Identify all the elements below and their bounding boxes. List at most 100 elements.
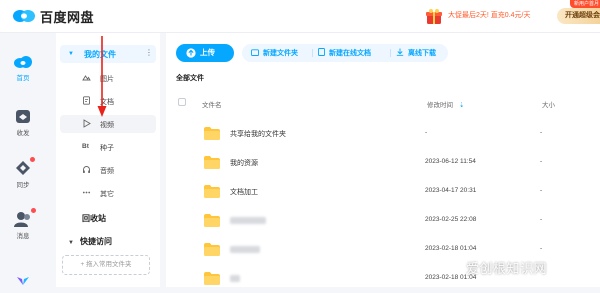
category-torrents[interactable]: Bt 种子 <box>60 138 156 156</box>
recycle-bin-link[interactable]: 回收站 <box>82 213 106 224</box>
my-files-section[interactable]: ▼ 我的文件 ⋮ <box>60 45 156 63</box>
site-watermark: 爱创根知识网 <box>466 261 548 276</box>
rail-label-transfer: 收发 <box>16 130 30 137</box>
toolbar-actions: 新建文件夹 新建在线文档 离线下载 <box>242 44 448 62</box>
file-list-panel: 上传 新建文件夹 新建在线文档 离线下载 全部文件 文件名 修改时间 ⇣ 大小 <box>166 33 600 287</box>
folder-icon <box>204 214 220 227</box>
table-row[interactable]: 文档加工 2023-04-17 20:31 - <box>166 178 600 206</box>
new-folder-label: 新建文件夹 <box>263 50 298 57</box>
rail-item-messages[interactable]: 消息 <box>0 208 46 240</box>
butterfly-icon <box>17 277 29 285</box>
baidu-netdisk-logo-icon[interactable] <box>12 7 36 26</box>
file-size: - <box>540 158 543 165</box>
file-name[interactable]: 文档加工 <box>230 187 258 197</box>
upload-label: 上传 <box>200 48 215 57</box>
upload-icon <box>186 48 196 58</box>
table-row[interactable]: 我的资源 2023-06-12 11:54 - <box>166 149 600 177</box>
sort-desc-icon[interactable]: ⇣ <box>459 102 464 109</box>
app-title: 百度网盘 <box>40 10 95 25</box>
category-label: 种子 <box>100 145 114 152</box>
folder-icon <box>204 243 220 256</box>
rail-item-home[interactable]: 首页 <box>0 55 46 82</box>
file-name[interactable]: 共享给我的文件夹 <box>230 129 286 139</box>
caret-down-icon[interactable]: ▼ <box>68 51 74 57</box>
rail-label-home: 首页 <box>16 75 30 82</box>
play-icon <box>83 119 91 128</box>
offline-download-button[interactable]: 离线下载 <box>396 48 436 58</box>
folder-icon <box>204 156 220 169</box>
category-label: 音频 <box>100 168 114 175</box>
category-images[interactable]: 图片 <box>60 69 156 87</box>
drag-in-folder-dropzone[interactable]: + 拖入常用文件夹 <box>62 255 150 275</box>
headphones-icon <box>83 166 90 173</box>
quick-access-section[interactable]: ▼ 快捷访问 <box>68 236 112 247</box>
rail-item-apps[interactable] <box>0 275 46 287</box>
offline-download-label: 离线下载 <box>408 50 436 57</box>
file-size: - <box>540 245 543 252</box>
sync-icon <box>16 161 30 175</box>
new-user-tag: 新用户首月 <box>570 0 600 8</box>
more-options-icon[interactable]: ⋮ <box>145 48 153 57</box>
rail-item-sync[interactable]: 同步 <box>0 157 46 189</box>
file-modified: 2023-06-12 11:54 <box>425 158 476 165</box>
table-row[interactable]: 2023-02-25 22:08 - <box>166 207 600 235</box>
table-row[interactable]: 共享给我的文件夹 - - <box>166 120 600 148</box>
download-icon <box>396 48 404 56</box>
folder-plus-icon <box>251 49 259 56</box>
file-modified: 2023-02-18 01:04 <box>425 245 477 252</box>
folder-icon <box>204 127 220 140</box>
blurred-file-name[interactable] <box>230 217 266 224</box>
column-header-modified-label: 修改时间 <box>427 102 453 109</box>
column-header-filename[interactable]: 文件名 <box>202 99 222 109</box>
new-online-doc-button[interactable]: 新建在线文档 <box>318 48 371 58</box>
toolbar-divider <box>390 49 391 57</box>
new-online-doc-label: 新建在线文档 <box>329 50 371 57</box>
blurred-file-name[interactable] <box>230 246 260 253</box>
document-plus-icon <box>318 48 325 56</box>
caret-down-icon: ▼ <box>68 240 74 246</box>
top-header: 百度网盘 大促最后2天! 直充0.4元/天 开通超级会 新用户首月 <box>0 0 600 33</box>
category-videos[interactable]: 视频 <box>60 115 156 133</box>
file-modified: 2023-02-25 22:08 <box>425 216 477 223</box>
category-other[interactable]: 其它 <box>60 184 156 202</box>
users-icon <box>14 212 30 227</box>
file-size: - <box>540 216 543 223</box>
column-header-size[interactable]: 大小 <box>542 99 555 109</box>
new-folder-button[interactable]: 新建文件夹 <box>251 48 298 58</box>
promo-text: 大促最后2天! <box>448 12 491 19</box>
cloud-icon <box>14 56 32 68</box>
category-label: 视频 <box>100 122 114 129</box>
rail-label-sync: 同步 <box>16 182 30 189</box>
left-navigation-rail: 首页 收发 同步 消息 <box>0 33 46 287</box>
promo-price: 直充0.4元/天 <box>490 12 531 19</box>
blurred-file-name[interactable] <box>230 275 240 282</box>
notification-dot <box>31 208 36 213</box>
select-all-checkbox[interactable] <box>178 98 186 106</box>
bt-icon: Bt <box>82 143 89 150</box>
rail-item-transfer[interactable]: 收发 <box>0 109 46 137</box>
category-documents[interactable]: 文档 <box>60 92 156 110</box>
category-audio[interactable]: 音频 <box>60 161 156 179</box>
image-icon <box>82 75 91 81</box>
file-modified: - <box>425 129 428 136</box>
file-category-sidebar: ▼ 我的文件 ⋮ 图片 文档 视频 Bt 种子 音频 其它 回收站 ▼ 快捷访问… <box>56 33 160 287</box>
file-size: - <box>540 187 543 194</box>
upload-button[interactable]: 上传 <box>176 44 234 62</box>
red-arrow-annotation <box>97 36 107 117</box>
promo-banner[interactable]: 大促最后2天! 直充0.4元/天 <box>448 10 530 20</box>
document-icon <box>83 96 90 105</box>
file-name[interactable]: 我的资源 <box>230 158 258 168</box>
more-dots-icon <box>82 191 91 194</box>
folder-icon <box>204 272 220 285</box>
column-header-modified[interactable]: 修改时间 ⇣ <box>427 99 464 109</box>
category-label: 其它 <box>100 191 114 198</box>
rail-label-messages: 消息 <box>16 233 30 240</box>
file-modified: 2023-04-17 20:31 <box>425 187 477 194</box>
gift-box-icon[interactable] <box>425 7 443 27</box>
folder-icon <box>204 185 220 198</box>
toolbar-divider <box>312 49 313 57</box>
breadcrumb-all-files[interactable]: 全部文件 <box>176 73 204 83</box>
quick-access-label: 快捷访问 <box>79 237 112 246</box>
open-super-vip-button[interactable]: 开通超级会 <box>557 8 600 24</box>
inbox-icon <box>16 110 30 123</box>
